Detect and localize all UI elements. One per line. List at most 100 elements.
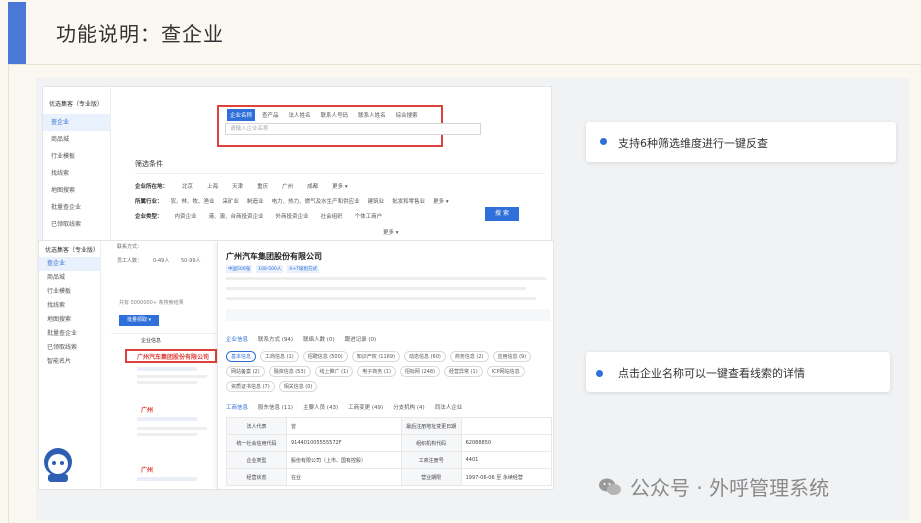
sidebar-item-claimed-leads[interactable]: 已领取线索 [39, 341, 100, 355]
sidebar-item-search-company[interactable]: 查企业 [39, 257, 100, 271]
filter-option[interactable]: 建筑业 [368, 197, 385, 205]
filter-option[interactable]: 批发和零售业 [392, 197, 425, 205]
filter-option[interactable]: 电力、热力、燃气及水生产和供应业 [272, 197, 360, 205]
tab-changes[interactable]: 工商变更 (49) [348, 403, 383, 411]
pill-news[interactable]: 动态信息 (60) [403, 351, 446, 362]
filter-option[interactable]: 农、林、牧、渔业 [171, 197, 215, 205]
sidebar-item-map-search[interactable]: 地图搜索 [39, 313, 100, 327]
filter-option[interactable]: 社会组织 [321, 212, 343, 220]
pill-ecommerce[interactable]: 电子商务 (1) [357, 366, 396, 377]
filter-option[interactable]: 外商投资企业 [276, 212, 309, 220]
tab-company-name[interactable]: 企业名称 [227, 109, 256, 121]
filter-option[interactable]: 北京 [182, 182, 193, 190]
filter-option[interactable]: 内资企业 [175, 212, 197, 220]
table-value: 股份有限公司（上市、国有控股） [286, 451, 402, 469]
sidebar-item-search-company[interactable]: 查企业 [43, 114, 110, 131]
detail-company-title: 广州汽车集团股份有限公司 [226, 252, 322, 261]
pill-apps[interactable]: 应用信息 (9) [492, 351, 532, 362]
tab-branches[interactable]: 分支机构 (4) [393, 403, 425, 411]
wechat-icon [599, 478, 621, 495]
pill-financing[interactable]: 融资信息 (53) [268, 366, 311, 377]
detail-tag: 100-500人 [256, 265, 284, 273]
filter-label-industry: 所属行业： [135, 199, 163, 205]
tab-legal-person[interactable]: 法人姓名 [286, 109, 314, 121]
filter-option[interactable]: 0-49人 [153, 257, 169, 264]
tab-product[interactable]: 查产品 [259, 109, 282, 121]
table-row: 统一社会信用代码 914401005555572F 组织机构代码 6208885… [226, 434, 553, 452]
pill-commerce[interactable]: 商务信息 (2) [449, 351, 489, 362]
filter-option[interactable]: 个体工商户 [355, 212, 383, 220]
callout-text: 点击企业名称可以一键查看线索的详情 [618, 367, 805, 380]
pill-icp-site[interactable]: ICP网站信息 [486, 366, 525, 377]
tab-shareholders[interactable]: 股东信息 (11) [258, 403, 293, 411]
filter-more[interactable]: 更多 ▾ [433, 197, 449, 205]
tab-same-legal[interactable]: 同法人企业 [435, 403, 463, 411]
table-row: 法人代表 曾 最后注册地址变更日期 [226, 417, 553, 435]
pill-ip[interactable]: 知识产权 (1169) [351, 351, 400, 362]
sidebar-item-batch-search[interactable]: 批量查企业 [43, 199, 110, 216]
callout-company-detail: 点击企业名称可以一键查看线索的详情 [586, 352, 890, 392]
tab-follow-up[interactable]: 跟进记录 (0) [345, 335, 377, 343]
tab-contact-number[interactable]: 联系人号码 [318, 109, 352, 121]
text-placeholder [226, 287, 526, 290]
sidebar-item-find-leads[interactable]: 找线索 [43, 165, 110, 182]
pill-business-info[interactable]: 工商信息 (1) [260, 351, 299, 362]
filter-option[interactable]: 成都 [307, 182, 318, 190]
tab-registration[interactable]: 工商信息 [226, 403, 248, 411]
sidebar-item-map-search[interactable]: 地图搜索 [43, 182, 110, 199]
filter-row-industry: 所属行业： 农、林、牧、渔业 采矿业 制造业 电力、热力、燃气及水生产和供应业 … [135, 197, 449, 205]
tab-liaison[interactable]: 联络人数 (0) [303, 335, 335, 343]
filter-option[interactable]: 港、澳、台商投资企业 [209, 212, 264, 220]
table-row: 企业类型 股份有限公司（上市、国有控股） 工商注册号 4401 [226, 451, 553, 469]
table-value: 4401 [460, 451, 553, 469]
sidebar-item-batch-search[interactable]: 批量查企业 [39, 327, 100, 341]
filter-option[interactable]: 上海 [207, 182, 218, 190]
filter-option[interactable]: 50-99人 [181, 257, 201, 264]
tab-combined-search[interactable]: 综合搜索 [393, 109, 421, 121]
filter-option[interactable]: 广州 [282, 182, 293, 190]
tab-key-people[interactable]: 主要人员 (43) [303, 403, 338, 411]
sidebar-item-find-leads[interactable]: 找线索 [39, 299, 100, 313]
sidebar-item-product-city[interactable]: 商品城 [39, 271, 100, 285]
detail-tag: 中国500强 [226, 265, 253, 273]
column-header: 企业信息 [141, 338, 162, 344]
batch-claim-button[interactable]: 批量领取 ▾ [119, 315, 159, 326]
sidebar-item-industry-template[interactable]: 行业模板 [39, 285, 100, 299]
tab-company-info[interactable]: 企业信息 [226, 335, 248, 343]
search-input[interactable]: 请输入企业名称 [225, 123, 481, 135]
filter-more[interactable]: 更多 ▾ [383, 228, 399, 236]
left-divider [8, 64, 9, 523]
filter-option[interactable]: 制造业 [247, 197, 264, 205]
title-divider [8, 64, 921, 65]
company-name-link[interactable]: 广州 [141, 465, 153, 474]
sidebar-item-smart-card[interactable]: 智能名片 [39, 355, 100, 369]
support-mascot-icon[interactable] [40, 444, 76, 484]
pill-promotion[interactable]: 线上推广 (1) [314, 366, 354, 377]
registration-table: 法人代表 曾 最后注册地址变更日期 统一社会信用代码 9144010055555… [226, 417, 553, 486]
filter-option[interactable]: 采矿业 [223, 197, 240, 205]
company-name-link[interactable]: 广州 [141, 405, 153, 414]
filter-option[interactable]: 重庆 [257, 182, 268, 190]
sidebar-item-product-city[interactable]: 商品城 [43, 131, 110, 148]
pill-related[interactable]: 相关信息 (0) [278, 381, 318, 392]
pill-recruitment[interactable]: 招聘信息 (500) [302, 351, 348, 362]
search-button[interactable]: 搜 索 [485, 207, 519, 221]
pill-icp[interactable]: 网站备案 (2) [226, 366, 265, 377]
pill-bidding[interactable]: 招标网 (248) [399, 366, 440, 377]
table-value [460, 417, 553, 435]
pill-certificates[interactable]: 资质证书信息 (7) [226, 381, 275, 392]
sidebar-item-claimed-leads[interactable]: 已领取线索 [43, 216, 110, 233]
slide-title: 功能说明：查企业 [56, 22, 224, 46]
detail-section-tabs: 工商信息 股东信息 (11) 主要人员 (43) 工商变更 (49) 分支机构 … [226, 403, 462, 411]
pill-basic-info[interactable]: 基本信息 [226, 351, 257, 362]
company-name-link[interactable]: 广州汽车集团股份有限公司 [137, 352, 209, 361]
filter-more[interactable]: 更多 ▾ [332, 182, 348, 190]
pill-abnormal[interactable]: 经营异常 (1) [443, 366, 483, 377]
text-placeholder [137, 381, 197, 384]
filter-option[interactable]: 天津 [232, 182, 243, 190]
bullet-dot [600, 138, 607, 145]
tab-contacts[interactable]: 联系方式 (94) [258, 335, 293, 343]
tab-contact-name[interactable]: 联系人姓名 [355, 109, 389, 121]
bullet-dot [596, 370, 603, 377]
sidebar-item-industry-template[interactable]: 行业模板 [43, 148, 110, 165]
